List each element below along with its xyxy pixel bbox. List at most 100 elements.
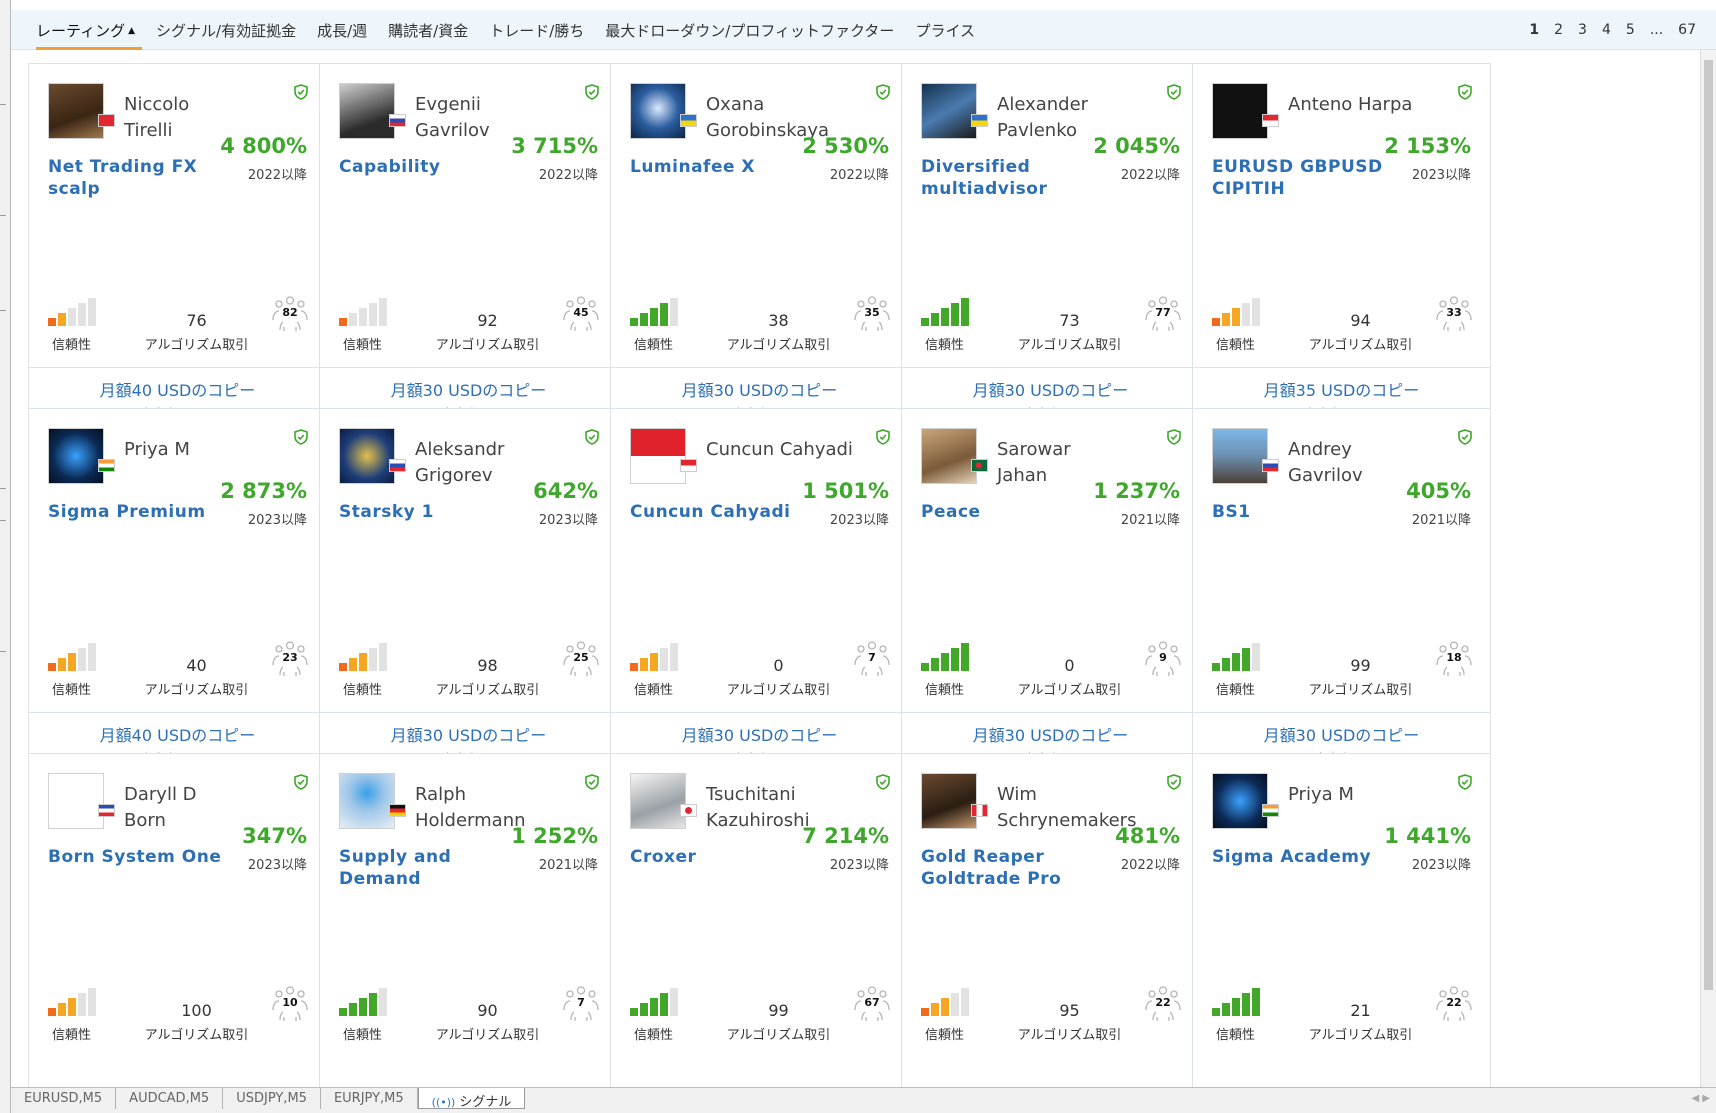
sort-tab-trades-wins[interactable]: トレード/勝ち <box>489 20 584 41</box>
sort-caret-icon: ▲ <box>128 25 136 36</box>
reliability-bars-icon <box>630 988 680 1016</box>
author-avatar[interactable] <box>48 773 104 829</box>
signal-broadcast-icon: ((•)) <box>431 1096 456 1109</box>
signal-name-link[interactable]: Gold Reaper Goldtrade Pro <box>921 846 1101 890</box>
author-avatar[interactable] <box>921 773 977 829</box>
chart-tab-eurjpy[interactable]: EURJPY,M5 <box>321 1088 418 1109</box>
chart-tab-audcad[interactable]: AUDCAD,M5 <box>116 1088 224 1109</box>
signal-card[interactable]: Alexander Pavlenko 2 045% 2022以降 Diversi… <box>901 63 1200 426</box>
author-avatar[interactable] <box>630 773 686 829</box>
signal-name-link[interactable]: Cuncun Cahyadi <box>630 501 810 523</box>
signal-name-link[interactable]: Sigma Premium <box>48 501 228 523</box>
copy-price-link[interactable]: 月額30 USDのコピー <box>320 722 617 746</box>
signal-name-link[interactable]: Capability <box>339 156 519 178</box>
signal-card[interactable]: Cuncun Cahyadi 1 501% 2023以降 Cuncun Cahy… <box>610 408 909 771</box>
tab-scroll-arrows[interactable]: ◀ ▶ <box>1691 1093 1710 1104</box>
author-avatar[interactable] <box>921 83 977 139</box>
signal-card[interactable]: Aleksandr Grigorev 642% 2023以降 Starsky 1… <box>319 408 618 771</box>
sort-tab-growth-week[interactable]: 成長/週 <box>317 20 367 41</box>
signal-name-link[interactable]: Sigma Academy <box>1212 846 1392 868</box>
signal-card[interactable]: Sarowar Jahan 1 237% 2021以降 Peace 信頼性 0 … <box>901 408 1200 771</box>
signal-card[interactable]: Daryll D Born 347% 2023以降 Born System On… <box>28 753 327 1087</box>
sort-tab-drawdown-pf[interactable]: 最大ドローダウン/プロフィットファクター <box>605 20 894 41</box>
sort-tab-signal-equity[interactable]: シグナル/有効証拠金 <box>156 20 296 41</box>
author-avatar[interactable] <box>48 83 104 139</box>
author-avatar[interactable] <box>630 428 686 484</box>
verified-shield-icon <box>876 429 890 445</box>
copy-price-link[interactable]: 月額40 USDのコピー <box>29 722 326 746</box>
subscribers-count: 7 <box>577 996 585 1009</box>
signal-name-link[interactable]: Diversified multiadvisor <box>921 156 1101 200</box>
author-name[interactable]: Anteno Harpa <box>1288 92 1438 118</box>
sort-tab-price[interactable]: プライス <box>915 20 975 41</box>
page-5[interactable]: 5 <box>1626 22 1635 38</box>
chart-tab-usdjpy[interactable]: USDJPY,M5 <box>223 1088 321 1109</box>
signal-name-link[interactable]: Starsky 1 <box>339 501 519 523</box>
signal-card[interactable]: Evgenii Gavrilov 3 715% 2022以降 Capabilit… <box>319 63 618 426</box>
author-avatar[interactable] <box>48 428 104 484</box>
copy-price-link[interactable]: 月額35 USDのコピー <box>1193 377 1490 401</box>
signal-card[interactable]: Wim Schrynemakers 481% 2022以降 Gold Reape… <box>901 753 1200 1087</box>
subscribers-count: 35 <box>864 306 880 319</box>
signal-card[interactable]: Priya M 2 873% 2023以降 Sigma Premium 信頼性 … <box>28 408 327 771</box>
growth-percent: 7 214% <box>802 824 889 848</box>
page-1[interactable]: 1 <box>1524 22 1544 54</box>
signal-card[interactable]: Priya M 1 441% 2023以降 Sigma Academy 信頼性 … <box>1192 753 1491 1087</box>
reliability-label: 信頼性 <box>343 683 383 698</box>
signal-name-link[interactable]: Net Trading FX scalp <box>48 156 228 200</box>
signal-name-link[interactable]: EURUSD GBPUSD CIPITIH <box>1212 156 1392 200</box>
reliability-bars-icon <box>630 298 680 326</box>
author-avatar[interactable] <box>339 773 395 829</box>
page-3[interactable]: 3 <box>1578 22 1587 38</box>
verified-shield-icon <box>876 774 890 790</box>
growth-percent: 2 873% <box>220 479 307 503</box>
copy-price-link[interactable]: 月額30 USDのコピー <box>902 377 1199 401</box>
reliability-bars-icon <box>48 643 98 671</box>
country-flag-icon <box>680 114 697 127</box>
growth-percent: 1 252% <box>511 824 598 848</box>
vertical-scrollbar[interactable] <box>1700 50 1716 1087</box>
signal-name-link[interactable]: Born System One <box>48 846 228 868</box>
signal-name-line1: Diversified <box>921 157 1031 177</box>
page-2[interactable]: 2 <box>1554 22 1563 38</box>
copy-price-link[interactable]: 月額30 USDのコピー <box>902 722 1199 746</box>
signal-card[interactable]: Andrey Gavrilov 405% 2021以降 BS1 信頼性 99 ア… <box>1192 408 1491 771</box>
copy-price-link[interactable]: 月額30 USDのコピー <box>320 377 617 401</box>
author-avatar[interactable] <box>339 83 395 139</box>
page-last[interactable]: 67 <box>1678 22 1696 38</box>
signal-name-link[interactable]: Peace <box>921 501 1101 523</box>
signal-card[interactable]: Oxana Gorobinskaya 2 530% 2022以降 Luminaf… <box>610 63 909 426</box>
signal-name-link[interactable]: Luminafee X <box>630 156 810 178</box>
author-avatar[interactable] <box>1212 428 1268 484</box>
signal-card[interactable]: Anteno Harpa 2 153% 2023以降 EURUSD GBPUSD… <box>1192 63 1491 426</box>
copy-price-link[interactable]: 月額40 USDのコピー <box>29 377 326 401</box>
signal-card[interactable]: Tsuchitani Kazuhiroshi 7 214% 2023以降 Cro… <box>610 753 909 1087</box>
chart-tab-signals[interactable]: ((•)) シグナル <box>417 1088 526 1110</box>
author-name[interactable]: Priya M <box>124 437 274 463</box>
signal-name-line1: BS1 <box>1212 502 1251 522</box>
copy-price-link[interactable]: 月額30 USDのコピー <box>1193 722 1490 746</box>
author-avatar[interactable] <box>1212 773 1268 829</box>
growth-percent: 2 153% <box>1384 134 1471 158</box>
chart-tab-eurusd[interactable]: EURUSD,M5 <box>11 1088 117 1109</box>
signal-name-link[interactable]: Supply and Demand <box>339 846 519 890</box>
copy-price-link[interactable]: 月額30 USDのコピー <box>611 722 908 746</box>
sort-tab-subscribers-funds[interactable]: 購読者/資金 <box>388 20 468 41</box>
author-avatar[interactable] <box>1212 83 1268 139</box>
algo-trading-label: アルゴリズム取引 <box>1017 1028 1122 1043</box>
signal-name-link[interactable]: Croxer <box>630 846 810 868</box>
scrollbar-thumb[interactable] <box>1704 60 1713 990</box>
signal-name-link[interactable]: BS1 <box>1212 501 1392 523</box>
author-avatar[interactable] <box>921 428 977 484</box>
algo-trading-percent: 94 <box>1350 311 1371 330</box>
sort-tab-rating[interactable]: レーティング ▲ <box>36 20 135 41</box>
copy-price-link[interactable]: 月額30 USDのコピー <box>611 377 908 401</box>
signal-card[interactable]: Ralph Holdermann 1 252% 2021以降 Supply an… <box>319 753 618 1087</box>
author-name[interactable]: Cuncun Cahyadi <box>706 437 856 463</box>
signal-card[interactable]: Niccolo Tirelli 4 800% 2022以降 Net Tradin… <box>28 63 327 426</box>
author-avatar[interactable] <box>339 428 395 484</box>
signal-name-line1: Sigma Premium <box>48 502 206 522</box>
author-avatar[interactable] <box>630 83 686 139</box>
page-4[interactable]: 4 <box>1602 22 1611 38</box>
author-name[interactable]: Priya M <box>1288 782 1438 808</box>
